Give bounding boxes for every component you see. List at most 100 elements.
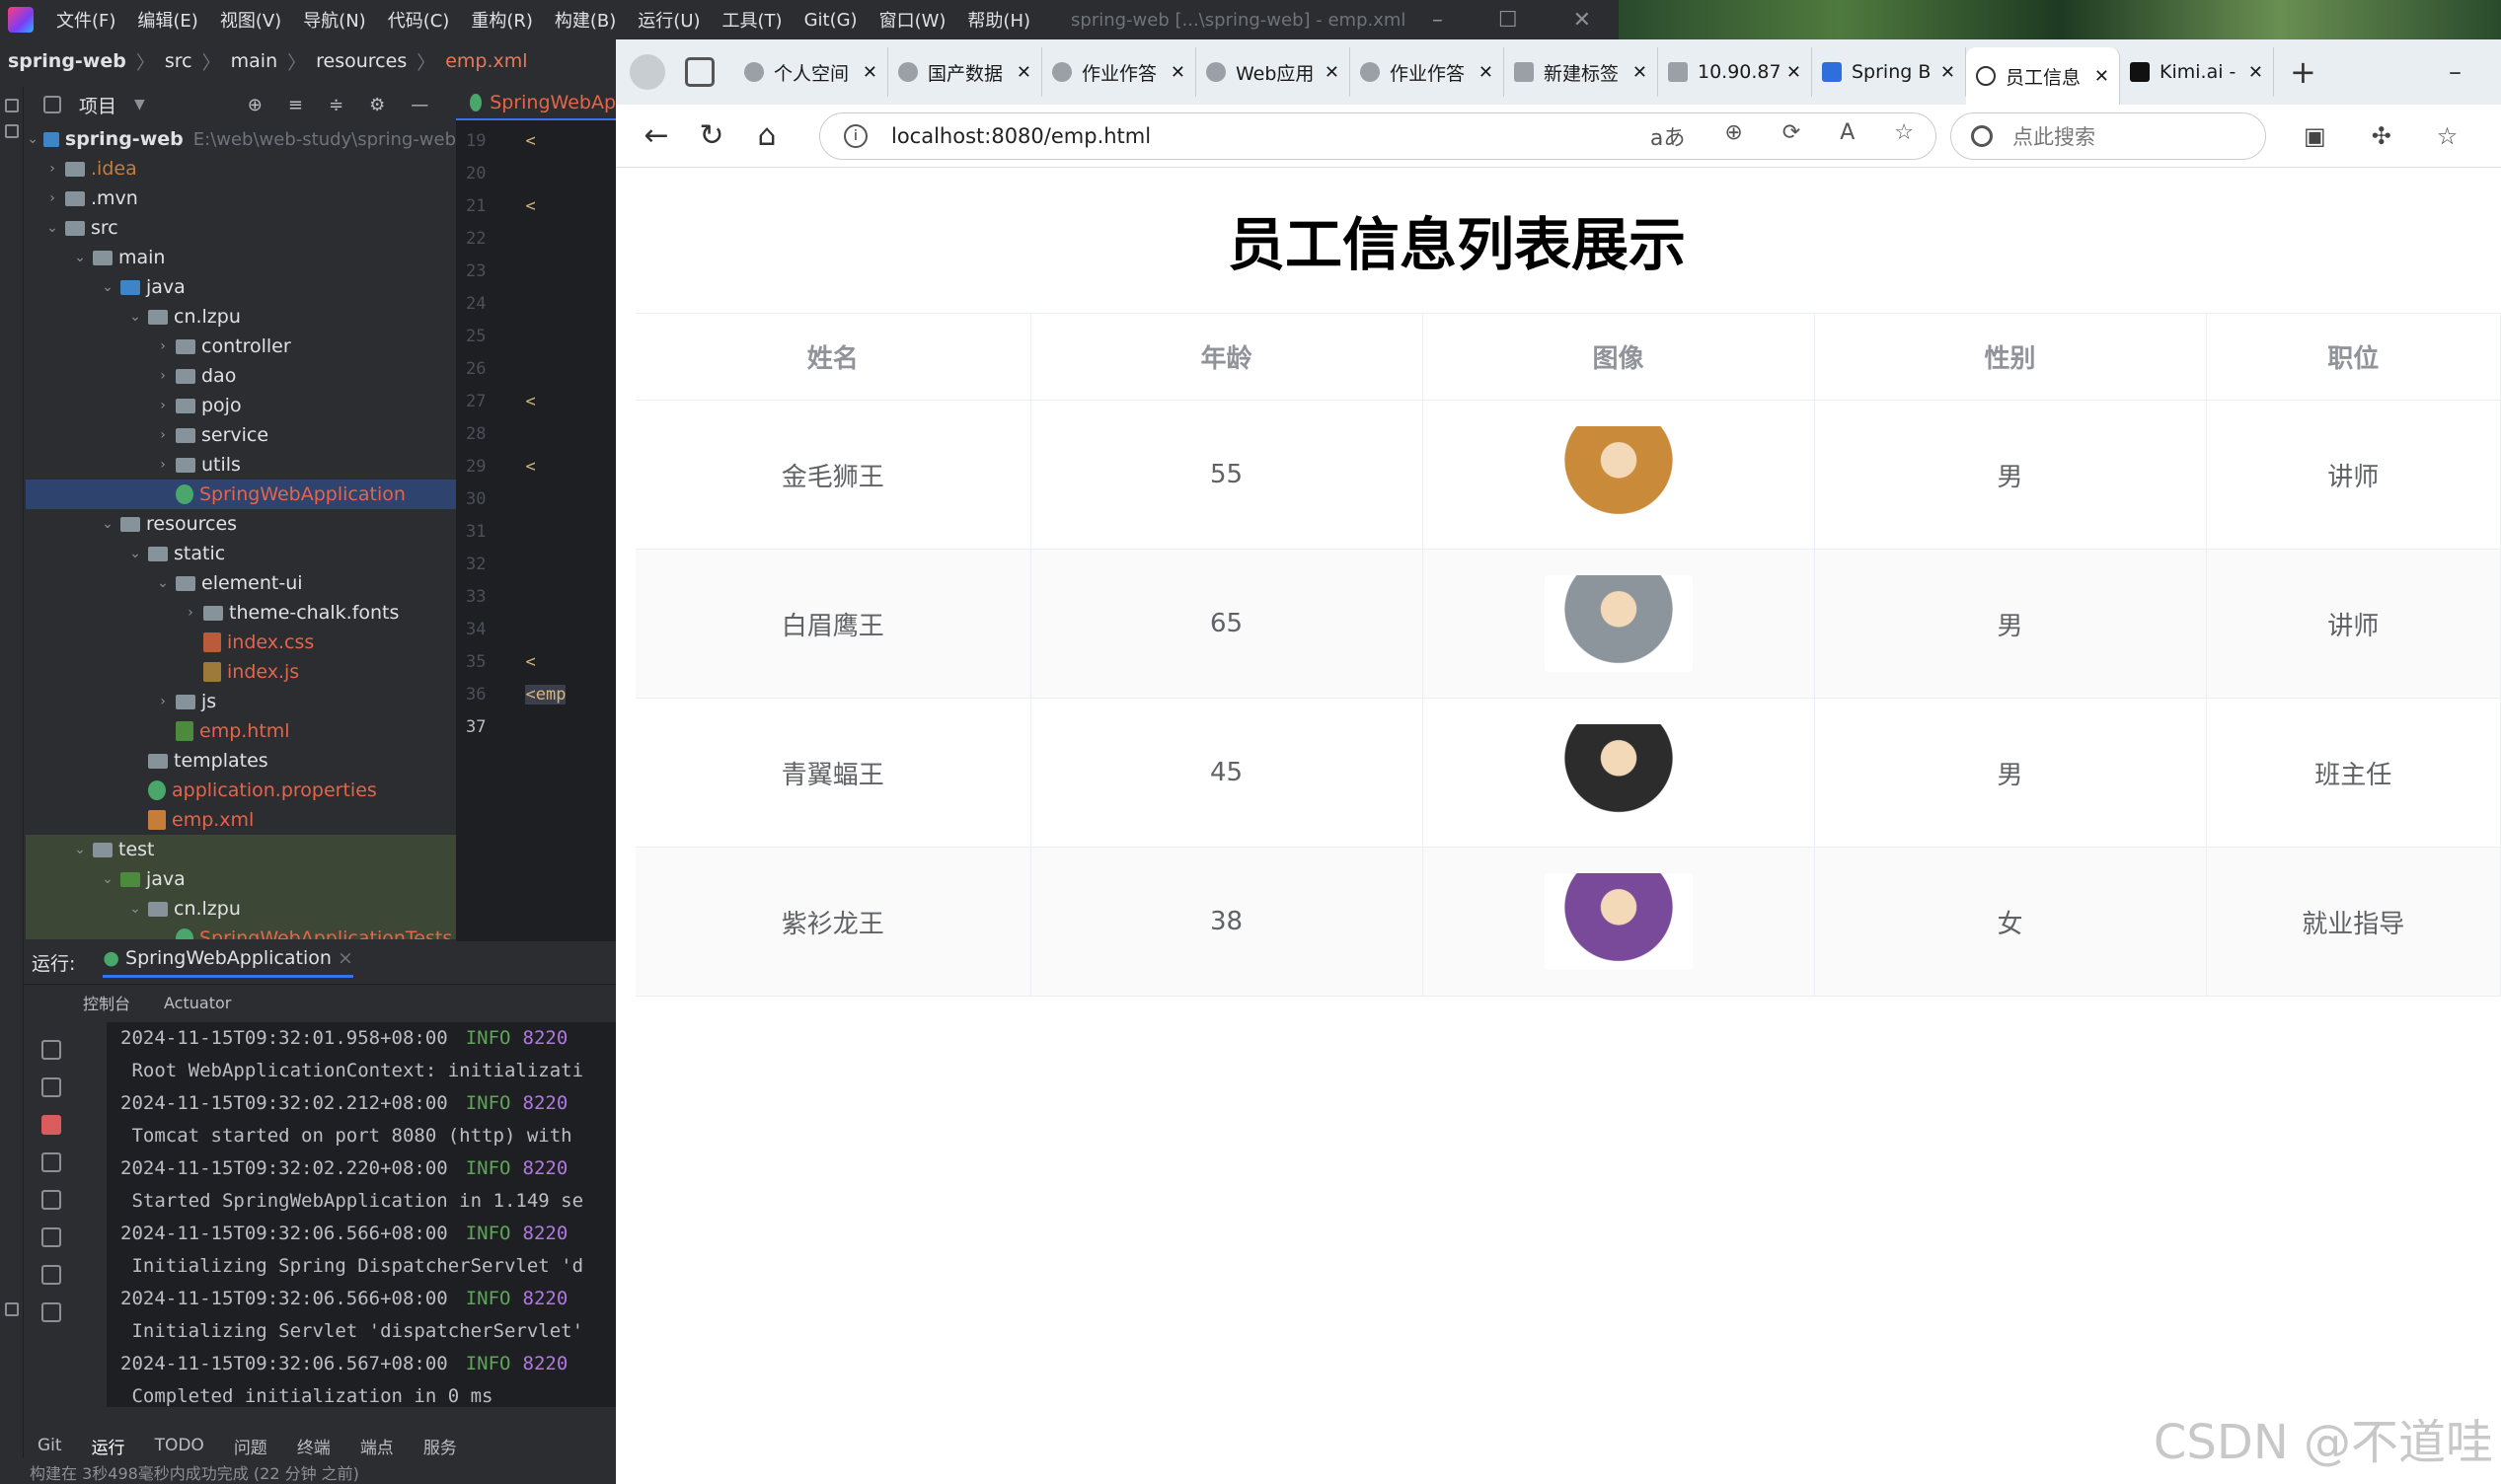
- rerun-icon[interactable]: [41, 1040, 61, 1060]
- tree-item[interactable]: application.properties: [26, 776, 456, 805]
- info-icon[interactable]: i: [844, 123, 868, 148]
- menu-edit[interactable]: 编辑(E): [126, 7, 208, 33]
- favorite-star-icon[interactable]: ☆: [1894, 120, 1914, 152]
- close-tab-icon[interactable]: ✕: [1940, 62, 1955, 83]
- tree-item[interactable]: › theme-chalk.fonts: [26, 598, 456, 628]
- tree-item[interactable]: ⌄ test: [26, 835, 456, 864]
- tree-item[interactable]: ⌄ java: [26, 864, 456, 894]
- pin-icon[interactable]: [41, 1302, 61, 1322]
- url-text[interactable]: localhost:8080/emp.html: [891, 124, 1151, 148]
- close-tab-icon[interactable]: ✕: [2094, 66, 2109, 87]
- breadcrumb-resources[interactable]: resources: [316, 50, 407, 72]
- menu-file[interactable]: 文件(F): [45, 7, 126, 33]
- tab-console[interactable]: 控制台: [83, 991, 130, 1014]
- commit-tool-icon[interactable]: [5, 124, 19, 138]
- menu-navigate[interactable]: 导航(N): [292, 7, 377, 33]
- browser-tab[interactable]: 国产数据 ✕: [888, 47, 1042, 97]
- close-tab-icon[interactable]: ✕: [1786, 62, 1801, 83]
- tab-services[interactable]: 服务: [423, 1434, 457, 1458]
- new-tab-icon[interactable]: +: [2290, 53, 2316, 91]
- menu-build[interactable]: 构建(B): [544, 7, 627, 33]
- close-icon[interactable]: ✕: [1573, 8, 1591, 33]
- run-config-tab[interactable]: ● SpringWebApplication ×: [103, 947, 353, 978]
- browser-tab[interactable]: 新建标签 ✕: [1504, 47, 1658, 97]
- browser-tab[interactable]: 个人空间 ✕: [734, 47, 888, 97]
- tree-item[interactable]: › js: [26, 687, 456, 716]
- layout-icon[interactable]: [41, 1265, 61, 1285]
- tree-item[interactable]: › .idea: [26, 154, 456, 184]
- project-tool-icon[interactable]: [5, 99, 19, 112]
- menu-help[interactable]: 帮助(H): [956, 7, 1041, 33]
- tree-item[interactable]: › pojo: [26, 391, 456, 420]
- tree-item[interactable]: ⌄ cn.lzpu: [26, 302, 456, 332]
- tree-item[interactable]: SpringWebApplicationTests: [26, 924, 456, 939]
- close-tab-icon[interactable]: ✕: [1171, 62, 1185, 83]
- close-tab-icon[interactable]: ✕: [2248, 62, 2263, 83]
- tab-endpoints[interactable]: 端点: [360, 1434, 394, 1458]
- minimize-icon[interactable]: –: [2449, 57, 2462, 87]
- project-panel-title[interactable]: 项目: [79, 92, 116, 118]
- camera-icon[interactable]: [41, 1152, 61, 1172]
- favorites-icon[interactable]: ☆: [2437, 122, 2459, 150]
- tree-item[interactable]: › utils: [26, 450, 456, 480]
- browser-tab[interactable]: Web应用 ✕: [1196, 47, 1350, 97]
- read-aloud-icon[interactable]: A: [1840, 120, 1855, 152]
- home-icon[interactable]: ⌂: [752, 118, 782, 153]
- profile-icon[interactable]: [630, 54, 665, 90]
- tree-item[interactable]: › service: [26, 420, 456, 450]
- browser-tab[interactable]: Kimi.ai - ✕: [2120, 47, 2274, 97]
- tab-terminal[interactable]: 终端: [297, 1434, 331, 1458]
- tab-todo[interactable]: TODO: [155, 1436, 204, 1455]
- browser-tab[interactable]: Spring B ✕: [1812, 47, 1966, 97]
- browser-tab-active[interactable]: 员工信息 ✕: [1966, 47, 2120, 105]
- tree-item[interactable]: ⌄ main: [26, 243, 456, 272]
- breadcrumb-project[interactable]: spring-web: [8, 50, 126, 72]
- stop-icon[interactable]: [41, 1115, 61, 1135]
- menu-window[interactable]: 窗口(W): [869, 7, 957, 33]
- sync-icon[interactable]: ⟳: [1782, 120, 1800, 152]
- editor-tab[interactable]: SpringWebAp: [456, 87, 616, 120]
- tab-actions-icon[interactable]: [685, 57, 715, 87]
- tree-item[interactable]: ⌄ src: [26, 213, 456, 243]
- tree-item[interactable]: templates: [26, 746, 456, 776]
- menu-view[interactable]: 视图(V): [209, 7, 292, 33]
- tab-actuator[interactable]: Actuator: [164, 994, 231, 1012]
- tree-item-selected[interactable]: SpringWebApplication: [26, 480, 456, 509]
- address-bar[interactable]: i localhost:8080/emp.html aあ ⊕ ⟳ A ☆: [819, 111, 1936, 160]
- collapse-all-icon[interactable]: ≑: [329, 95, 343, 115]
- browser-tab[interactable]: 10.90.87 ✕: [1658, 47, 1812, 97]
- breadcrumb-src[interactable]: src: [165, 50, 192, 72]
- close-tab-icon[interactable]: ✕: [1017, 62, 1031, 83]
- wrench-icon[interactable]: [41, 1077, 61, 1097]
- tree-item[interactable]: emp.xml: [26, 805, 456, 835]
- tree-item[interactable]: ⌄ java: [26, 272, 456, 302]
- close-tab-icon[interactable]: ✕: [1632, 62, 1647, 83]
- expand-all-icon[interactable]: ≡: [288, 95, 303, 115]
- zoom-icon[interactable]: ⊕: [1724, 120, 1742, 152]
- tree-item[interactable]: › dao: [26, 361, 456, 391]
- refresh-icon[interactable]: ↻: [697, 118, 726, 153]
- locate-icon[interactable]: ⊕: [248, 95, 263, 115]
- gear-icon[interactable]: ⚙: [369, 95, 385, 115]
- menu-tools[interactable]: 工具(T): [712, 7, 794, 33]
- browser-tab[interactable]: 作业作答 ✕: [1350, 47, 1504, 97]
- maximize-icon[interactable]: ☐: [1498, 8, 1518, 33]
- breadcrumb-main[interactable]: main: [231, 50, 277, 72]
- menu-refactor[interactable]: 重构(R): [460, 7, 544, 33]
- close-tab-icon[interactable]: ✕: [863, 62, 877, 83]
- menu-run[interactable]: 运行(U): [627, 7, 711, 33]
- menu-git[interactable]: Git(G): [794, 10, 869, 31]
- puzzle-icon[interactable]: ✣: [2372, 122, 2391, 150]
- breadcrumb-file[interactable]: emp.xml: [445, 50, 527, 72]
- tree-item[interactable]: › controller: [26, 332, 456, 361]
- tree-item[interactable]: ⌄ cn.lzpu: [26, 894, 456, 924]
- tree-item[interactable]: ⌄ element-ui: [26, 568, 456, 598]
- extension-icon[interactable]: ▣: [2304, 122, 2326, 150]
- tree-item[interactable]: ⌄ static: [26, 539, 456, 568]
- browser-tab[interactable]: 作业作答 ✕: [1042, 47, 1196, 97]
- tree-item[interactable]: › .mvn: [26, 184, 456, 213]
- close-tab-icon[interactable]: ✕: [1478, 62, 1493, 83]
- tab-problems[interactable]: 问题: [234, 1434, 267, 1458]
- tab-git[interactable]: Git: [38, 1436, 62, 1455]
- close-tab-icon[interactable]: ✕: [1325, 62, 1339, 83]
